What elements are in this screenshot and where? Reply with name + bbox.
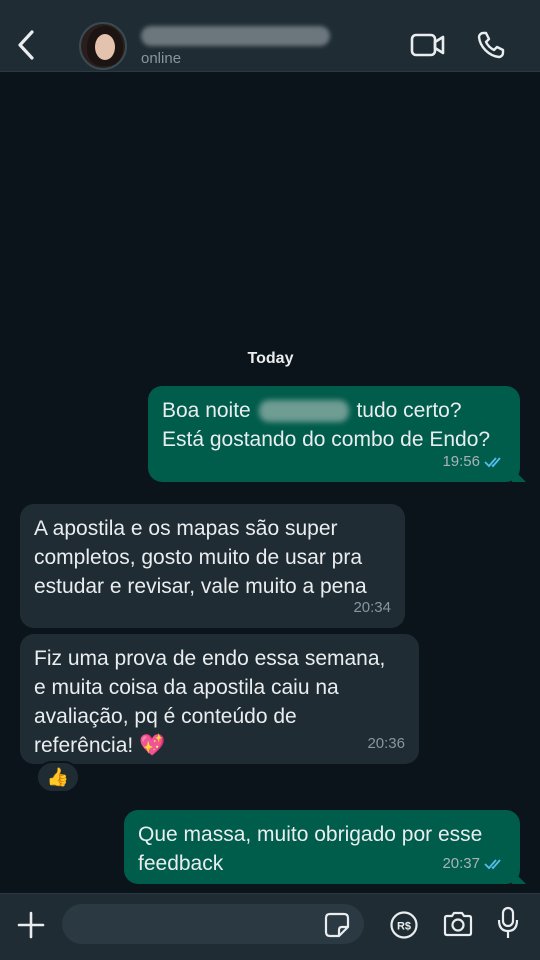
- double-check-icon: [484, 858, 501, 869]
- message-text: Fiz uma prova de endo essa semana,: [34, 647, 386, 670]
- message-meta: 20:34: [353, 593, 391, 622]
- chat-area[interactable]: Today Boa noite tudo certo? Está gostand…: [0, 73, 540, 893]
- plus-icon: [17, 911, 45, 939]
- date-separator: Today: [210, 343, 331, 375]
- voice-message-button[interactable]: [496, 906, 520, 940]
- message-time: 20:36: [367, 735, 405, 752]
- message-time: 20:37: [442, 855, 480, 872]
- message-text: tudo certo?: [356, 399, 462, 422]
- message-time: 20:34: [353, 599, 391, 616]
- camera-icon: [443, 911, 473, 937]
- reaction-badge[interactable]: 👍: [36, 761, 80, 793]
- back-button[interactable]: [12, 28, 40, 62]
- message-text: Boa noite: [162, 399, 251, 422]
- message-input[interactable]: [62, 904, 364, 944]
- camera-button[interactable]: [442, 910, 474, 938]
- message-outgoing[interactable]: Boa noite tudo certo? Está gostando do c…: [148, 386, 520, 482]
- message-meta: 20:37: [442, 849, 506, 878]
- avatar-face: [95, 34, 115, 60]
- microphone-icon: [497, 906, 519, 938]
- payment-button[interactable]: R$: [389, 910, 419, 940]
- chevron-left-icon: [18, 30, 34, 60]
- message-meta: 19:56: [442, 447, 506, 476]
- message-text: A apostila e os mapas são super: [34, 517, 338, 540]
- message-incoming[interactable]: Fiz uma prova de endo essa semana, e mui…: [20, 634, 419, 764]
- avatar[interactable]: [79, 22, 127, 70]
- message-meta: 20:36: [367, 729, 405, 758]
- message-text: e muita coisa da apostila caiu na: [34, 676, 339, 699]
- contact-status: online: [141, 50, 182, 67]
- svg-text:R$: R$: [397, 921, 411, 933]
- message-text: referência! 💖: [34, 734, 166, 757]
- video-camera-icon: [410, 33, 445, 57]
- message-outgoing[interactable]: Que massa, muito obrigado por esse feedb…: [124, 810, 520, 884]
- message-text-line: Boa noite tudo certo?: [162, 396, 506, 425]
- message-incoming[interactable]: A apostila e os mapas são super completo…: [20, 504, 405, 628]
- sticker-button[interactable]: [324, 912, 350, 938]
- redacted-name: [258, 400, 349, 423]
- sticker-icon: [324, 912, 350, 938]
- phone-icon: [477, 31, 505, 59]
- contact-name-redacted[interactable]: [141, 26, 330, 46]
- message-text: estudar e revisar, vale muito a pena: [34, 575, 367, 598]
- message-text: completos, gosto muito de usar pra: [34, 546, 363, 569]
- voice-call-button[interactable]: [476, 30, 506, 60]
- double-check-icon: [484, 456, 501, 467]
- attach-button[interactable]: [16, 910, 46, 940]
- message-text: avaliação, pq é conteúdo de: [34, 705, 297, 728]
- chat-header: online: [0, 0, 540, 72]
- pix-payment-icon: R$: [390, 911, 418, 939]
- message-time: 19:56: [442, 453, 480, 470]
- composer-bar: R$: [0, 893, 540, 960]
- message-text: Que massa, muito obrigado por esse: [138, 823, 483, 846]
- video-call-button[interactable]: [410, 32, 446, 58]
